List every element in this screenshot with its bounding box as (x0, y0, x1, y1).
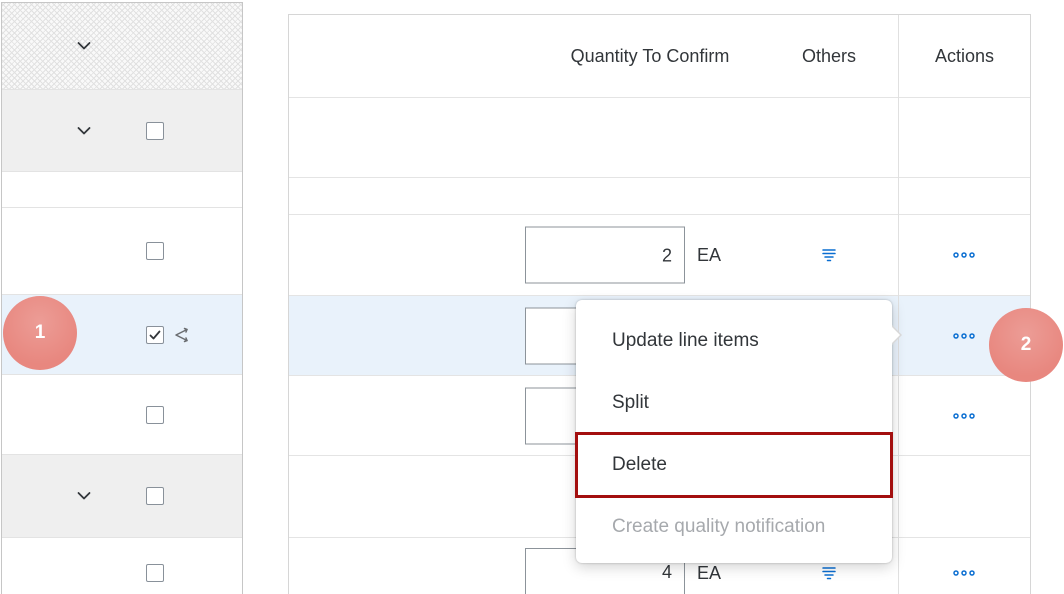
checkmark-icon (149, 330, 161, 339)
group-row (2, 455, 242, 538)
column-header-actions[interactable]: Actions (899, 15, 1030, 97)
step-callout-1: 1 (3, 296, 77, 370)
line-item-row (2, 375, 242, 455)
row-checkbox[interactable] (146, 405, 164, 424)
group-checkbox[interactable] (146, 121, 164, 140)
group-checkbox[interactable] (146, 487, 164, 505)
quantity-value: 2 (661, 245, 672, 265)
row-checkbox[interactable] (146, 242, 164, 260)
chevron-down-icon[interactable] (77, 126, 91, 135)
menu-item-split[interactable]: Split (576, 372, 892, 434)
column-header-others[interactable]: Others (775, 15, 883, 97)
chevron-down-icon[interactable] (77, 42, 91, 51)
more-actions-icon[interactable] (953, 332, 975, 339)
group-row (289, 98, 1030, 178)
quantity-input[interactable]: 2 (525, 226, 685, 284)
more-actions-icon[interactable] (953, 570, 975, 576)
spacer-row (2, 172, 242, 208)
selection-header-row (2, 3, 242, 90)
quantity-value: 4 (661, 561, 672, 582)
line-item-row (2, 538, 242, 594)
line-item-row (2, 208, 242, 295)
more-actions-icon[interactable] (953, 412, 975, 419)
unit-label: EA (697, 563, 722, 583)
row-checkbox[interactable] (146, 325, 164, 344)
delete-highlight-box (575, 432, 893, 498)
column-header-quantity-to-confirm[interactable]: Quantity To Confirm (525, 15, 775, 97)
menu-item-create-quality-notification: Create quality notification (612, 516, 826, 537)
more-actions-icon[interactable] (953, 252, 975, 258)
chevron-down-icon[interactable] (77, 492, 91, 501)
unit-label: EA (697, 245, 722, 265)
line-item-row: 2 EA (289, 215, 1030, 296)
split-icon (173, 327, 189, 343)
column-divider (898, 15, 899, 594)
filter-icon[interactable] (822, 248, 836, 262)
spacer-row (289, 178, 1030, 215)
step-callout-2: 2 (989, 308, 1063, 382)
menu-pointer-fill (891, 326, 900, 344)
filter-icon[interactable] (822, 566, 836, 580)
row-checkbox[interactable] (146, 564, 164, 582)
group-row (2, 90, 242, 172)
screen: Quantity To Confirm Others Actions 2 EA (0, 0, 1064, 594)
table-header-row: Quantity To Confirm Others Actions (289, 15, 1030, 98)
menu-item-update-line-items[interactable]: Update line items (576, 310, 892, 372)
